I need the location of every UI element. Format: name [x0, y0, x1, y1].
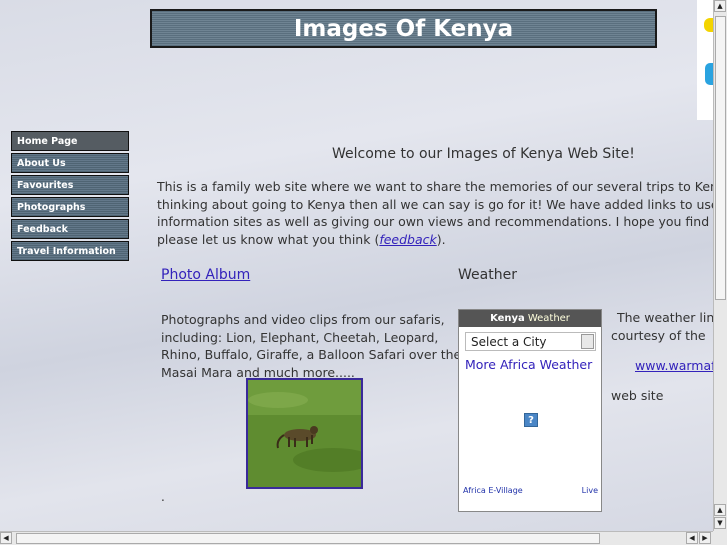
intro-paragraph: This is a family web site where we want … [157, 178, 713, 248]
city-select[interactable]: Select a City [465, 332, 596, 351]
trailing-dot: . [161, 490, 165, 504]
photo-text-line: Photographs and video clips from our saf… [161, 312, 445, 327]
intro-line: This is a family web site where we want … [157, 179, 713, 194]
sidebar-nav: Home Page About Us Favourites Photograph… [11, 131, 129, 263]
scroll-up-icon[interactable]: ▲ [714, 504, 726, 516]
weather-widget-country: Kenya [490, 313, 525, 324]
weather-credit-line: The weather link [617, 310, 713, 325]
weather-credit-line: courtesy of the [611, 328, 706, 343]
cheetah-image-icon [248, 380, 361, 487]
live-link[interactable]: Live [582, 486, 598, 495]
photo-text-line: including: Lion, Elephant, Cheetah, Leop… [161, 329, 439, 345]
vertical-scroll-thumb[interactable] [715, 16, 726, 300]
intro-end: ). [436, 231, 446, 247]
site-title: Images Of Kenya [293, 15, 514, 42]
warmafrica-link[interactable]: www.warmafr [635, 358, 713, 373]
nav-label: Travel Information [17, 245, 116, 257]
nav-favourites[interactable]: Favourites [11, 175, 129, 195]
chevron-down-icon[interactable] [581, 334, 594, 349]
scroll-left-icon[interactable]: ◀ [0, 532, 12, 544]
more-africa-weather-link[interactable]: More Africa Weather [465, 357, 601, 372]
nav-travel-information[interactable]: Travel Information [11, 241, 129, 261]
weather-widget-header: Kenya Weather [459, 310, 601, 327]
horizontal-scrollbar[interactable]: ◀ ◀ ▶ [0, 531, 713, 545]
page: Images Of Kenya Home Page About Us Favou… [0, 0, 713, 531]
weather-heading: Weather [458, 267, 517, 283]
weather-credit-line: web site [611, 388, 664, 403]
photo-text-line: Rhino, Buffalo, Giraffe, a Balloon Safar… [161, 347, 462, 362]
africa-evillage-link[interactable]: Africa E-Village [463, 486, 523, 495]
scroll-right-icon[interactable]: ▶ [699, 532, 711, 544]
nav-about-us[interactable]: About Us [11, 153, 129, 173]
nav-home-page[interactable]: Home Page [11, 131, 129, 151]
welcome-heading: Welcome to our Images of Kenya Web Site! [332, 146, 635, 162]
nav-feedback[interactable]: Feedback [11, 219, 129, 239]
nav-label: Feedback [17, 223, 68, 235]
feedback-link[interactable]: feedback [379, 232, 436, 247]
yellow-shape-icon [704, 18, 713, 32]
intro-line: thinking about going to Kenya then all w… [157, 196, 713, 212]
vertical-scrollbar[interactable]: ▲ ▲ ▼ [713, 0, 727, 531]
intro-line-last: please let us know what you think (feedb… [157, 231, 713, 249]
horizontal-scroll-thumb[interactable] [16, 533, 600, 544]
help-icon[interactable]: ? [524, 413, 538, 427]
scroll-up-icon[interactable]: ▲ [714, 0, 726, 12]
photo-album-link[interactable]: Photo Album [161, 267, 250, 283]
intro-line: information sites as well as giving our … [157, 214, 713, 229]
city-select-value: Select a City [471, 334, 547, 349]
weather-widget-header-text: Weather [527, 313, 570, 324]
photo-album-description: Photographs and video clips from our saf… [161, 311, 462, 381]
scroll-left-icon[interactable]: ◀ [686, 532, 698, 544]
nav-label: Home Page [17, 135, 78, 147]
nav-photographs[interactable]: Photographs [11, 197, 129, 217]
scroll-down-icon[interactable]: ▼ [714, 517, 726, 529]
weather-widget: Kenya Weather Select a City More Africa … [458, 309, 602, 512]
intro-line: please let us know what you think ( [157, 231, 380, 247]
blue-shape-icon [705, 63, 713, 85]
cheetah-photo[interactable] [246, 378, 363, 489]
site-title-banner: Images Of Kenya [150, 9, 657, 48]
nav-label: About Us [17, 157, 66, 169]
nav-label: Favourites [17, 179, 74, 191]
nav-label: Photographs [17, 201, 86, 213]
scrollbar-corner [713, 531, 727, 545]
